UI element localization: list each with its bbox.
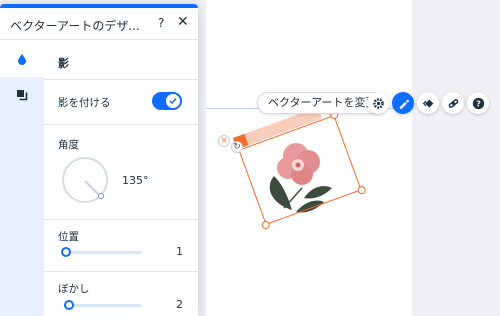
- animation-button[interactable]: [417, 92, 439, 114]
- help-button[interactable]: ?: [467, 92, 489, 114]
- panel-side-tabs: [0, 41, 44, 316]
- droplet-icon: [18, 54, 26, 65]
- gear-icon: [372, 97, 384, 109]
- distance-slider[interactable]: [61, 247, 142, 257]
- help-icon: ?: [472, 97, 484, 109]
- brush-icon: [398, 98, 409, 109]
- divider: [44, 219, 198, 220]
- link-icon: [448, 98, 458, 108]
- tab-fill[interactable]: [0, 41, 44, 77]
- divider: [44, 79, 198, 80]
- divider: [44, 124, 198, 125]
- panel-header: ベクターアートのデザ... ? ✕: [0, 8, 198, 40]
- shadow-toggle-label: 影を付ける: [58, 97, 111, 109]
- angle-label: 角度: [58, 139, 79, 151]
- design-button[interactable]: [392, 92, 414, 114]
- angle-value[interactable]: 135°: [122, 174, 149, 187]
- svg-text:?: ?: [476, 98, 481, 108]
- layers-icon: [17, 90, 28, 101]
- shadow-toggle[interactable]: [152, 92, 182, 110]
- distance-value[interactable]: 1: [176, 245, 183, 258]
- blur-value[interactable]: 2: [176, 298, 183, 311]
- rotate-icon[interactable]: ↻: [231, 141, 243, 153]
- help-icon[interactable]: ?: [158, 16, 164, 30]
- section-title: 影: [58, 57, 69, 70]
- animation-icon: [422, 98, 433, 108]
- close-icon[interactable]: ×: [218, 135, 230, 147]
- slider-knob[interactable]: [64, 300, 74, 310]
- settings-button[interactable]: [367, 92, 389, 114]
- link-button[interactable]: [442, 92, 464, 114]
- toggle-knob: [166, 94, 180, 108]
- angle-knob[interactable]: [98, 193, 104, 199]
- vector-art-design-panel: ベクターアートのデザ... ? ✕ 影 影を付ける 角度 135° 位置 1 ぼ…: [0, 4, 198, 316]
- slider-knob[interactable]: [61, 247, 71, 257]
- check-icon: [169, 98, 177, 105]
- close-icon[interactable]: ✕: [177, 15, 189, 29]
- angle-dial[interactable]: [62, 157, 108, 203]
- panel-content: 影 影を付ける 角度 135° 位置 1 ぼかし 2: [44, 41, 198, 316]
- blur-slider[interactable]: [64, 300, 142, 310]
- panel-title: ベクターアートのデザ...: [10, 19, 140, 33]
- tab-shadow[interactable]: [0, 77, 44, 113]
- blur-label: ぼかし: [58, 283, 90, 295]
- divider: [44, 271, 198, 272]
- distance-label: 位置: [58, 231, 79, 243]
